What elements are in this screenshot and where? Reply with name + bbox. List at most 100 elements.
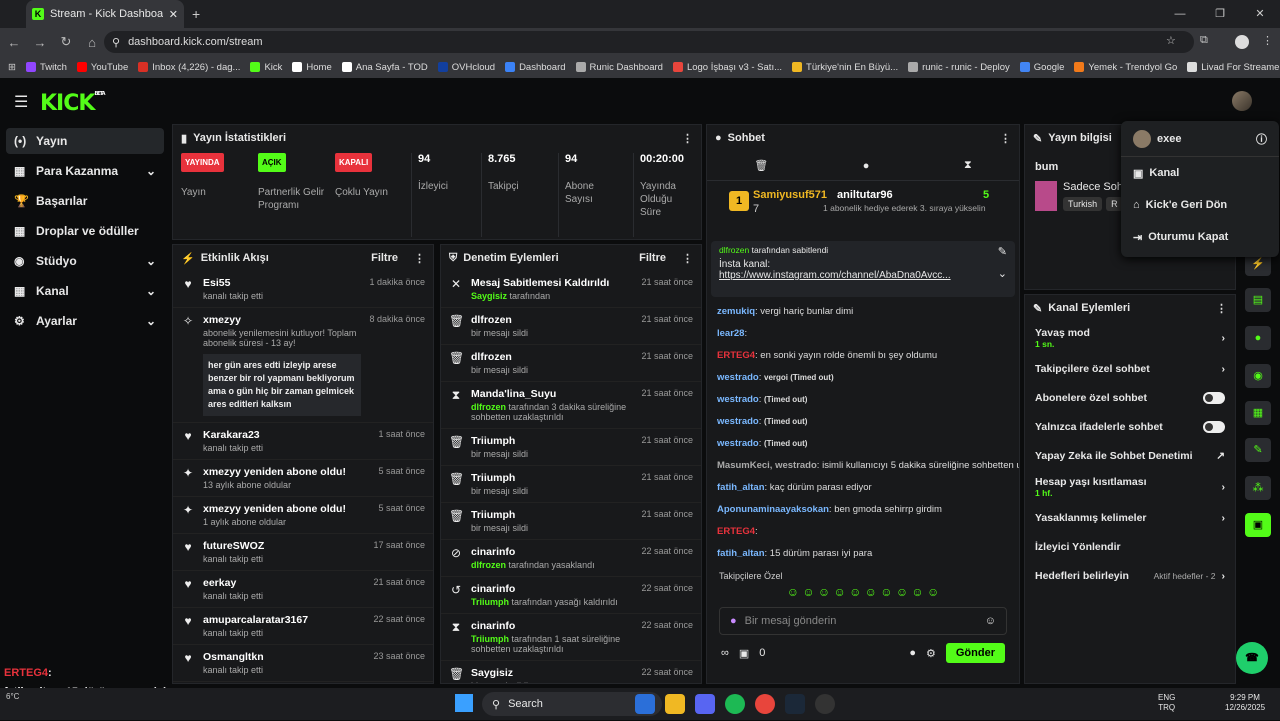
send-button[interactable]: Gönder [945,643,1005,663]
clock[interactable]: 9:29 PM 12/26/2025 [1225,693,1265,713]
weather-temp[interactable]: 6°C [6,692,19,701]
chat-username[interactable]: westrado [717,438,759,449]
bookmark-item[interactable]: Türkiye'nin En Büyü... [792,62,898,73]
taskbar-app-icon[interactable] [635,694,655,714]
chat-username[interactable]: lear28 [717,328,744,339]
chevron-right-icon[interactable]: › [1222,512,1226,524]
chevron-right-icon[interactable]: › [1222,363,1226,375]
moderation-actor[interactable]: dlfrozen [471,560,506,570]
bookmark-item[interactable]: Google [1019,62,1064,73]
channel-action-row[interactable]: Abonelere özel sohbet [1025,383,1235,412]
chat-username[interactable]: ERTEG4 [717,350,755,361]
infinity-icon[interactable]: ∞ [721,647,729,659]
browser-menu-icon[interactable]: ⋮ [1262,34,1273,47]
chat-username[interactable]: westrado [717,372,759,383]
bookmark-item[interactable]: runic - runic - Deploy [908,62,1010,73]
bookmark-item[interactable]: Yemek - Trendyol Go [1074,62,1177,73]
channel-action-row[interactable]: Takipçilere özel sohbet › [1025,354,1235,383]
bookmark-item[interactable]: Twitch [25,62,67,73]
chat-username[interactable]: MasumKeci, westrado [717,460,817,471]
activity-filter-button[interactable]: Filtre [371,252,398,264]
trash-icon[interactable]: 🗑 [754,159,768,172]
sidebar-item[interactable]: ▦ Droplar ve ödüller [6,218,164,244]
steam-icon[interactable] [785,694,805,714]
support-button[interactable]: ☎ [1236,642,1268,674]
tag-turkish[interactable]: Turkish [1063,197,1103,211]
chat-username[interactable]: fatih_altan [717,482,765,493]
bookmark-item[interactable]: Livad For Streamers [1187,62,1280,73]
file-explorer-icon[interactable] [665,694,685,714]
pin-icon[interactable]: ✎ [998,245,1007,258]
bookmark-star-icon[interactable]: ☆ [1166,34,1176,47]
close-window-icon[interactable]: ✕ [1240,0,1280,28]
toggle-switch[interactable] [1203,420,1225,433]
kick-logo[interactable]: KICKBETA [40,91,106,116]
rail-wrench-icon[interactable]: ✎ [1245,438,1271,462]
bubble-icon[interactable]: ● [863,160,870,172]
back-icon[interactable]: ← [2,35,26,50]
reload-icon[interactable]: ↻ [54,34,78,50]
toggle-switch[interactable] [1203,391,1225,404]
sidebar-item[interactable]: ▦ Para Kazanma ⌄ [6,158,164,184]
activity-menu-icon[interactable]: ⋮ [414,252,425,265]
bookmark-item[interactable]: OVHcloud [437,62,495,73]
rail-broadcast-icon[interactable]: ◉ [1245,364,1271,388]
chat-username[interactable]: Aponunaminaayaksokan [717,504,829,515]
bookmark-item[interactable]: Home [292,62,332,73]
pinned-link[interactable]: https://www.instagram.com/channel/AbaDna… [719,270,1007,281]
chevron-right-icon[interactable]: › [1222,332,1226,344]
category-name[interactable]: Sadece Sohb [1063,181,1129,193]
chat-menu-icon[interactable]: ⋮ [1000,132,1011,145]
new-tab-icon[interactable]: + [192,6,200,22]
chevron-right-icon[interactable]: › [1222,481,1226,493]
apps-icon[interactable]: ⊞ [8,62,16,73]
bookmark-item[interactable]: Inbox (4,226) - dag... [138,62,240,73]
moderation-menu-icon[interactable]: ⋮ [682,252,693,265]
moderation-actor[interactable]: Triiumph [471,597,509,607]
moderation-actor[interactable]: Saygisiz [471,291,507,301]
emoji-icon[interactable]: ☺ [985,615,996,627]
chrome-icon[interactable] [755,694,775,714]
profile-icon[interactable] [1235,35,1249,49]
windows-start-icon[interactable] [455,694,473,712]
chat-username[interactable]: zemukiq [717,306,755,317]
hamburger-icon[interactable]: ☰ [14,92,28,112]
chat-username[interactable]: fatih_altan [717,548,765,559]
extensions-icon[interactable]: ⧉ [1200,34,1208,47]
channel-actions-menu-icon[interactable]: ⋮ [1216,302,1227,315]
moderation-actor[interactable]: Triiumph [471,634,509,644]
chat-username[interactable]: westrado [717,416,759,427]
channel-action-row[interactable]: Yapay Zeka ile Sohbet Denetimi ↗ [1025,441,1235,470]
channel-action-row[interactable]: Hesap yaşı kısıtlaması 1 hf. › [1025,470,1235,503]
obs-icon[interactable] [815,694,835,714]
discord-icon[interactable] [695,694,715,714]
chat-username[interactable]: ERTEG4 [717,526,755,537]
sidebar-item[interactable]: ◉ Stüdyo ⌄ [6,248,164,274]
stats-menu-icon[interactable]: ⋮ [682,132,693,145]
rail-active-icon[interactable]: ▣ [1245,513,1271,537]
rail-chat-icon[interactable]: ● [1245,326,1271,350]
rail-layout-icon[interactable]: ▦ [1245,401,1271,425]
close-tab-icon[interactable]: ✕ [169,8,178,21]
channel-action-row[interactable]: Yavaş mod 1 sn. › [1025,321,1235,354]
moderation-filter-button[interactable]: Filtre [639,252,666,264]
rail-dots-icon[interactable]: ⁂ [1245,476,1271,500]
menu-item-channel[interactable]: ▣ Kanal [1121,157,1279,189]
forward-icon[interactable]: → [28,35,52,50]
gift-leader-user[interactable]: aniltutar96 [837,189,893,201]
chevron-right-icon[interactable]: › [1222,570,1226,582]
chat-username[interactable]: westrado [717,394,759,405]
bookmark-item[interactable]: YouTube [76,62,128,73]
sidebar-item[interactable]: (•) Yayın [6,128,164,154]
gift-icon[interactable]: ▣ [739,647,749,660]
bookmark-item[interactable]: Ana Sayfa - TOD [341,62,428,73]
browser-tab[interactable]: K Stream - Kick Dashboard ✕ [26,0,184,28]
bookmark-item[interactable]: Runic Dashboard [575,62,663,73]
chat-input[interactable]: ● Bir mesaj gönderin ☺ [719,607,1007,635]
expand-pinned-icon[interactable]: ⌄ [998,267,1007,280]
chat-bubble-icon[interactable]: ● [909,647,916,659]
info-icon[interactable]: ⓘ [1256,131,1267,147]
rail-doc-icon[interactable]: ▤ [1245,288,1271,312]
pinned-by-user[interactable]: dlfrozen [719,245,749,255]
hourglass-icon[interactable]: ⧗ [964,159,972,172]
